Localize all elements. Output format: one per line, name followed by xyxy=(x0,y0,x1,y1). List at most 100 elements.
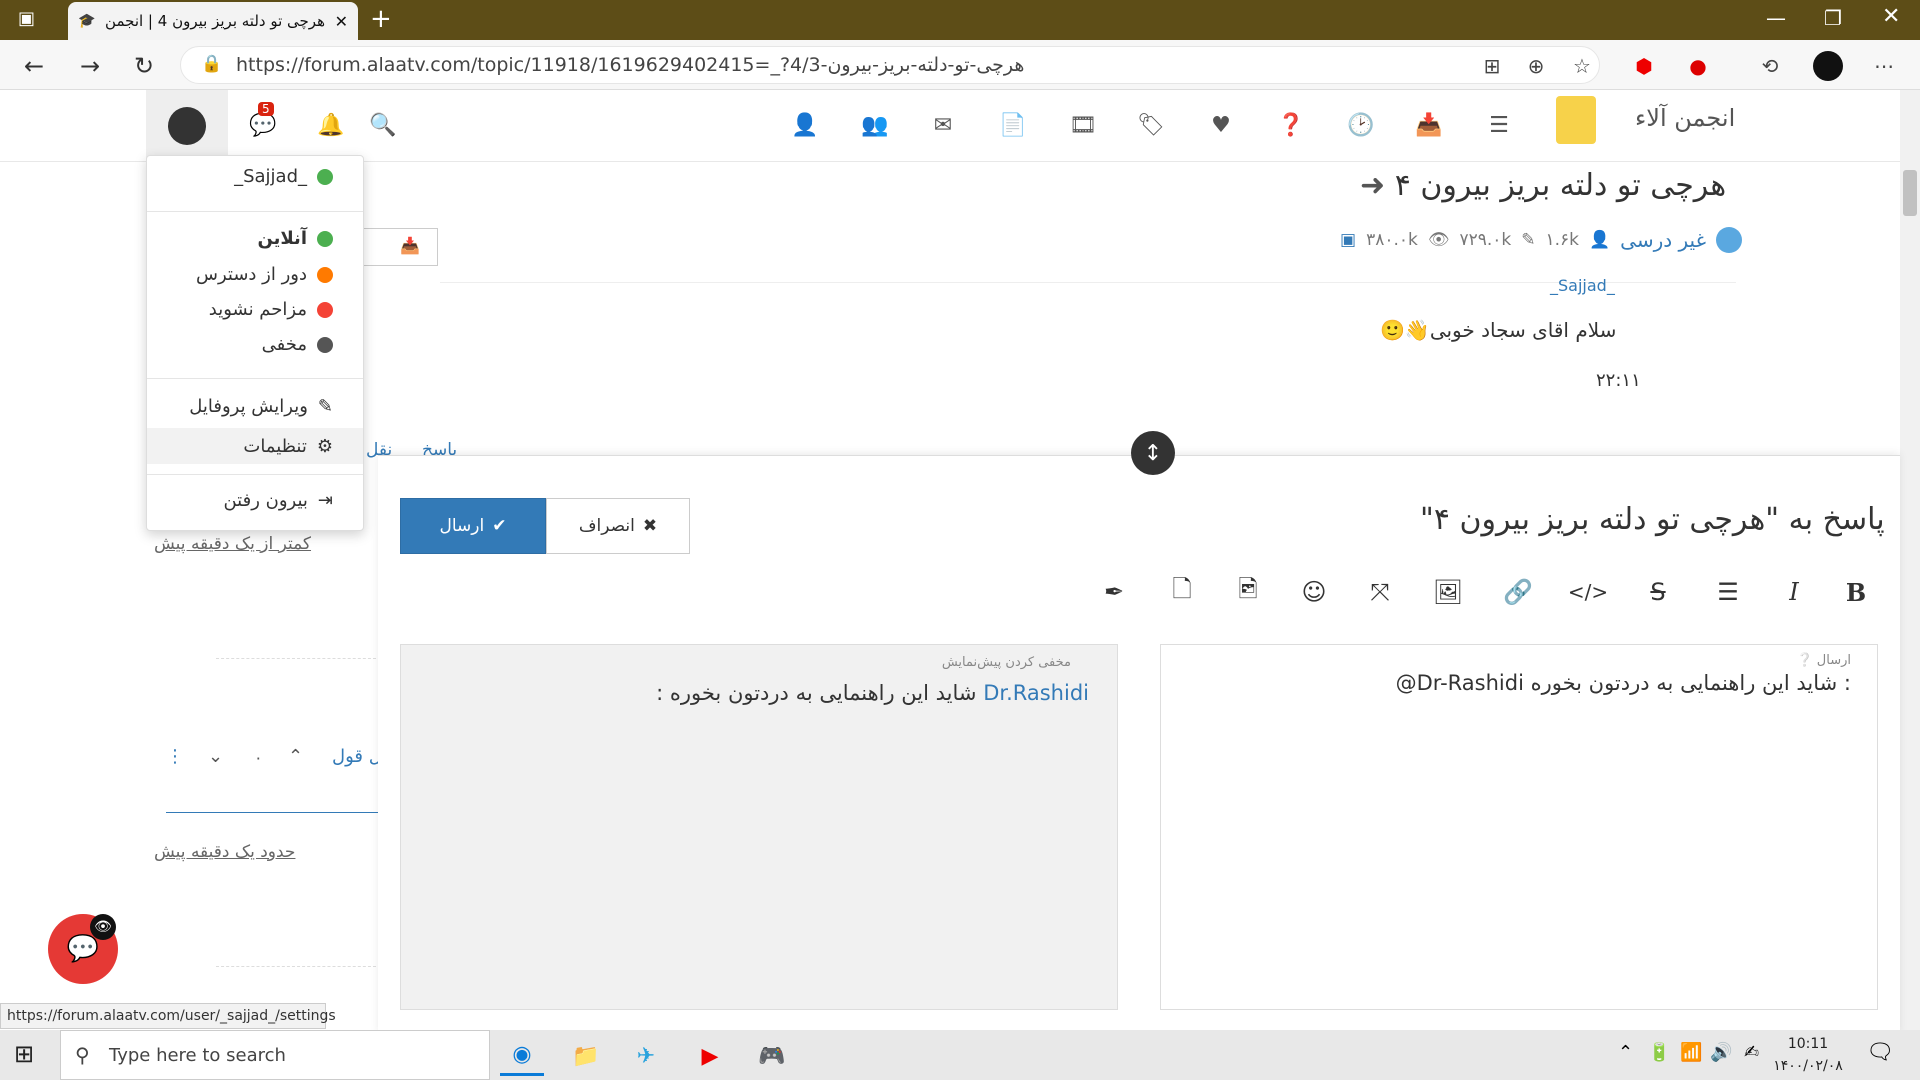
file-explorer-icon[interactable]: 📁 xyxy=(564,1036,608,1076)
online-dot-icon xyxy=(317,168,333,185)
apps-icon[interactable]: ⊞ xyxy=(1476,50,1508,82)
history-icon[interactable]: ⟲ xyxy=(1754,50,1786,82)
tags-icon[interactable]: 🏷 xyxy=(1134,108,1168,142)
time-ago-link-2[interactable]: حدود یک دقیقه پیش xyxy=(154,842,295,862)
tray-expand-icon[interactable]: ⌃ xyxy=(1618,1042,1633,1063)
volume-icon[interactable]: 🔊 xyxy=(1710,1042,1732,1063)
link-icon[interactable]: 🔗 xyxy=(1498,572,1538,612)
tab-close-icon[interactable]: ✕ xyxy=(335,12,348,31)
more-menu-icon[interactable]: ⋯ xyxy=(1868,50,1900,82)
code-icon[interactable]: </> xyxy=(1568,572,1608,612)
emoji-icon[interactable]: ☺ xyxy=(1294,572,1334,612)
color-picker-icon[interactable]: ✒ xyxy=(1094,572,1134,612)
bell-icon[interactable]: 🔔 xyxy=(314,108,348,142)
composer-resize-handle[interactable]: ↕ xyxy=(1131,431,1175,475)
telegram-icon[interactable]: ✈ xyxy=(624,1036,668,1076)
status-online[interactable]: آنلاین xyxy=(257,228,333,249)
document-icon[interactable]: 📄 xyxy=(996,108,1030,142)
editor-textarea[interactable]: ارسال ❔ @Dr-Rashidi شاید این راهنمایی به… xyxy=(1160,644,1878,1010)
time-ago-link[interactable]: کمتر از یک دقیقه پیش xyxy=(154,534,311,554)
help-icon[interactable]: ❓ xyxy=(1274,108,1308,142)
scrollbar-thumb[interactable] xyxy=(1903,170,1917,216)
status-away[interactable]: دور از دسترس xyxy=(196,264,333,285)
maximize-icon[interactable]: ❐ xyxy=(1824,6,1842,30)
pen-icon[interactable]: ✍ xyxy=(1744,1042,1759,1063)
favorite-add-icon[interactable]: ☆ xyxy=(1566,50,1598,82)
taskbar-clock[interactable]: 10:11 ۱۴۰۰/۰۲/۰۸ xyxy=(1768,1033,1848,1077)
dropdown-username-row[interactable]: _Sajjad_ xyxy=(234,166,333,187)
topic-tool-button[interactable] xyxy=(358,228,438,266)
groups-icon[interactable]: 👥 xyxy=(858,108,892,142)
profile-avatar-icon[interactable] xyxy=(1812,50,1844,82)
browser-tab[interactable]: ✕ هرچی تو دلته بریز بیرون 4 | انجمن 🎓 xyxy=(68,2,358,40)
discord-icon[interactable]: 🎮 xyxy=(750,1036,794,1076)
film-icon[interactable]: 🎞 xyxy=(1066,108,1100,142)
taskbar-search[interactable]: ⚲ Type here to search xyxy=(60,1030,490,1080)
status-dnd[interactable]: مزاحم نشوید xyxy=(209,299,333,320)
post-tools-icon[interactable]: ⋮ xyxy=(166,746,184,767)
list-icon[interactable]: ☰ xyxy=(1708,572,1748,612)
battery-icon[interactable]: 🔋 xyxy=(1648,1042,1670,1063)
bold-icon[interactable]: B xyxy=(1836,572,1876,612)
envelope-icon[interactable]: ✉ xyxy=(926,108,960,142)
fullscreen-icon[interactable]: ⤧ xyxy=(1360,572,1400,612)
new-tab-icon[interactable]: + xyxy=(370,4,392,34)
url-input[interactable]: 🔒 https://forum.alaatv.com/topic/11918/1… xyxy=(180,46,1600,84)
search-icon[interactable]: 🔍 xyxy=(366,108,400,142)
edge-icon[interactable]: ◉ xyxy=(500,1036,544,1076)
eye-badge-icon: 👁 xyxy=(90,914,116,940)
edit-profile-item[interactable]: ✎ ویرایش پروفایل xyxy=(189,396,333,417)
preview-mention-link[interactable]: Dr.Rashidi xyxy=(983,681,1089,705)
adblock-icon[interactable]: ⬢ xyxy=(1628,50,1660,82)
topic-title: هرچی تو دلته بریز بیرون ۴ ➜ xyxy=(1360,168,1726,203)
cancel-button[interactable]: انصراف ✖ xyxy=(546,498,690,554)
minimize-icon[interactable]: — xyxy=(1766,6,1786,30)
zoom-icon[interactable]: ⊕ xyxy=(1520,50,1552,82)
brand-name[interactable]: انجمن آلاء xyxy=(1635,104,1735,132)
italic-icon[interactable]: I xyxy=(1774,572,1814,612)
category-link[interactable]: غیر درسی xyxy=(1620,228,1706,252)
settings-item[interactable]: ⚙ تنظیمات xyxy=(147,428,363,464)
rss-icon[interactable]: ▣ xyxy=(1340,230,1356,250)
page-scrollbar[interactable] xyxy=(1900,90,1920,1030)
hamburger-menu-icon[interactable]: ☰ xyxy=(1482,108,1516,142)
file-upload-icon[interactable]: 🗋 xyxy=(1162,572,1202,612)
brand-logo[interactable] xyxy=(1556,96,1596,144)
status-invisible[interactable]: مخفی xyxy=(262,334,333,355)
forward-icon[interactable]: → xyxy=(72,48,108,84)
back-icon[interactable]: ← xyxy=(16,48,52,84)
heart-icon[interactable]: ♥ xyxy=(1204,108,1238,142)
logout-item[interactable]: ⇥ بیرون رفتن xyxy=(223,490,333,511)
editor-help[interactable]: ارسال ❔ xyxy=(1796,653,1851,668)
post-author-partial[interactable]: _Sajjad_ xyxy=(1550,276,1615,295)
user-menu-toggle[interactable] xyxy=(146,90,228,162)
inbox-small-icon[interactable]: 📥 xyxy=(400,236,420,255)
send-button[interactable]: ارسال ✔ xyxy=(400,498,546,554)
wave-emoji-icon: 👋🙂 xyxy=(1380,318,1430,342)
notification-badge: 5 xyxy=(258,102,274,116)
upvote-icon[interactable]: ⌃ xyxy=(288,746,303,767)
hide-preview-link[interactable]: مخفی کردن پیش‌نمایش xyxy=(942,655,1071,670)
inbox-icon[interactable]: 📥 xyxy=(1412,108,1446,142)
status-dnd-label: مزاحم نشوید xyxy=(208,299,307,320)
close-window-icon[interactable]: ✕ xyxy=(1882,4,1900,29)
windows-start-icon[interactable]: ⊞ xyxy=(14,1040,34,1068)
refresh-icon[interactable]: ↻ xyxy=(126,48,162,84)
arrow-circle-icon[interactable]: ➜ xyxy=(1360,168,1385,203)
notifications-icon[interactable]: 🗨 xyxy=(1866,1040,1894,1065)
user-icon[interactable]: 👤 xyxy=(788,108,822,142)
image-upload-icon[interactable]: 🖻 xyxy=(1228,572,1268,612)
clock-icon[interactable]: 🕑 xyxy=(1344,108,1378,142)
tab-actions-icon[interactable]: ▣ xyxy=(18,8,35,29)
downvote-icon[interactable]: ⌄ xyxy=(208,746,223,767)
wifi-icon[interactable]: 📶 xyxy=(1680,1042,1702,1063)
image-icon[interactable]: 🖼 xyxy=(1428,572,1468,612)
record-icon[interactable]: ● xyxy=(1682,50,1714,82)
lock-icon[interactable]: 🔒 xyxy=(201,54,222,74)
posts-count: ۷۲۹.۰k xyxy=(1459,230,1512,250)
strikethrough-icon[interactable]: S xyxy=(1638,572,1678,612)
youtube-icon[interactable]: ▶ xyxy=(688,1036,732,1076)
send-label: ارسال xyxy=(439,516,485,536)
user-dropdown-menu: _Sajjad_ آنلاین دور از دسترس مزاحم نشوید… xyxy=(146,155,364,531)
clock-date: ۱۴۰۰/۰۲/۰۸ xyxy=(1773,1058,1843,1074)
